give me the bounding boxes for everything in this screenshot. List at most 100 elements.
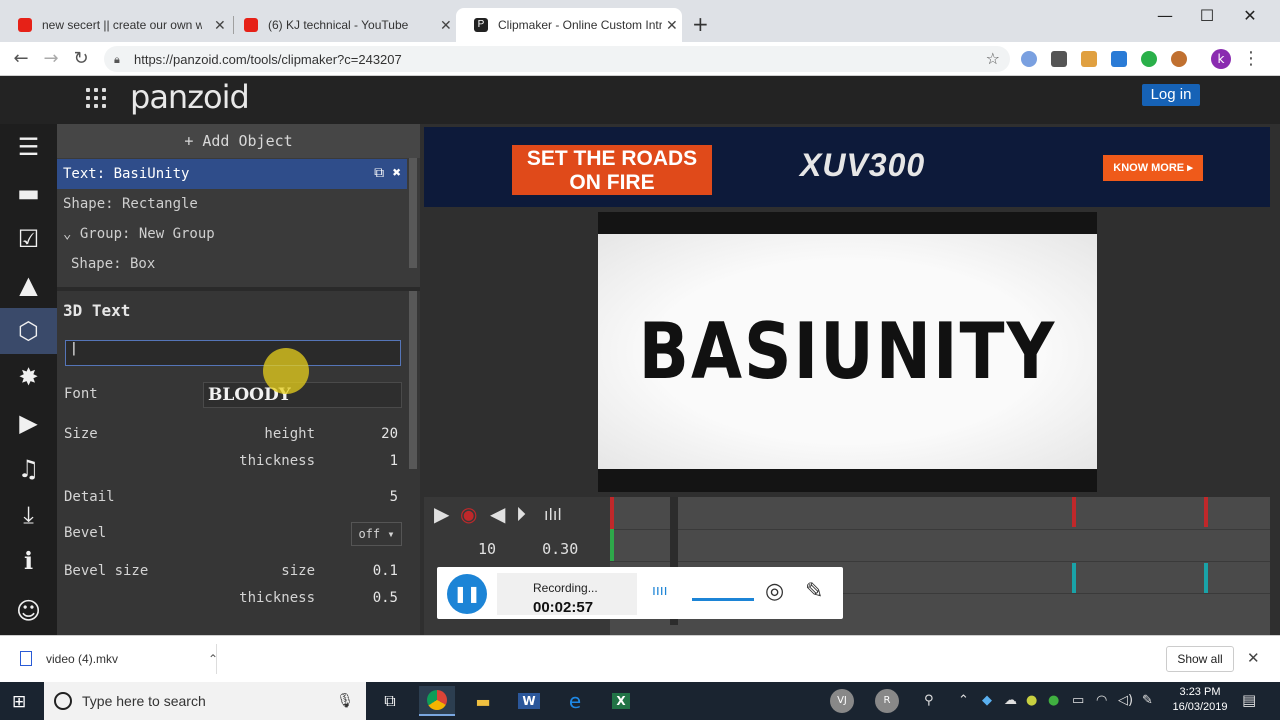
smiley-icon[interactable]: ☺	[0, 588, 57, 634]
waveform-icon[interactable]: ılıl	[544, 505, 562, 524]
tab-new-secert[interactable]: new secert || create our own web ✕	[0, 8, 232, 42]
windows-start-icon[interactable]: ⊞	[12, 692, 26, 712]
profile-avatar[interactable]: k	[1211, 49, 1231, 69]
tray-app-icon[interactable]: ◆	[982, 693, 992, 708]
wifi-icon[interactable]: ◠	[1096, 693, 1107, 708]
forward-arrow-icon[interactable]: →	[40, 48, 62, 70]
chrome-icon[interactable]	[419, 686, 455, 716]
file-explorer-icon[interactable]: ▬	[465, 686, 501, 716]
step-forward-icon[interactable]: ⏵	[516, 502, 526, 526]
thickness-value[interactable]: 1	[338, 453, 398, 469]
add-object-button[interactable]: + Add Object	[57, 124, 420, 158]
extension-pen-icon[interactable]	[1081, 51, 1097, 67]
pencil-icon[interactable]: ✎	[805, 579, 823, 604]
detail-value[interactable]: 5	[338, 489, 398, 505]
bevel-select[interactable]: off ▾	[351, 522, 402, 546]
extension-search-icon[interactable]	[1111, 51, 1127, 67]
video-preview[interactable]: BASIUNITY	[598, 212, 1097, 492]
object-scrollbar[interactable]	[409, 158, 417, 268]
starburst-icon[interactable]: ✸	[0, 354, 57, 400]
ad-cta-button[interactable]: KNOW MORE ▸	[1103, 155, 1203, 181]
keyframe-marker[interactable]	[1072, 497, 1076, 527]
volume-slider[interactable]	[692, 598, 754, 601]
object-item-text[interactable]: Text: BasiUnity ⧉ ✖	[57, 159, 407, 189]
panzoid-logo[interactable]: panzoid	[130, 78, 250, 116]
system-clock[interactable]: 3:23 PM 16/03/2019	[1164, 685, 1236, 715]
properties-scrollbar[interactable]	[409, 291, 417, 469]
text-input[interactable]: |	[65, 340, 401, 366]
chevron-up-icon[interactable]: ⌃	[958, 693, 969, 708]
object-item-box[interactable]: Shape: Box	[57, 249, 407, 279]
extension-leaf-icon[interactable]	[1171, 51, 1187, 67]
new-tab-button[interactable]: +	[692, 12, 709, 36]
close-tab-icon[interactable]: ✕	[440, 17, 452, 34]
record-icon[interactable]: ◉	[460, 502, 477, 526]
camera-icon[interactable]: ▶	[0, 400, 57, 446]
microphone-icon[interactable]: 🎙︎	[336, 693, 354, 709]
apps-grid-icon[interactable]	[86, 88, 108, 110]
taskbar-search[interactable]: Type here to search 🎙︎	[44, 682, 366, 720]
play-icon[interactable]: ▶	[434, 502, 449, 526]
ad-banner[interactable]: SET THE ROADS ON FIRE XUV300 KNOW MORE ▸	[424, 127, 1270, 207]
close-tab-icon[interactable]: ✕	[666, 17, 678, 34]
star-icon[interactable]: ☆	[986, 49, 1000, 68]
timeline-position[interactable]: 0.30	[542, 540, 578, 558]
user-avatar[interactable]: R	[875, 689, 899, 713]
people-icon[interactable]: ⚲	[924, 693, 934, 708]
keyframe-marker[interactable]	[610, 529, 614, 561]
download-icon[interactable]: ⤓	[0, 492, 57, 538]
volume-icon[interactable]: ◁)	[1118, 693, 1133, 708]
timeline-time[interactable]: 10	[478, 540, 496, 558]
notification-icon[interactable]: ▤	[1242, 691, 1256, 709]
pen-icon[interactable]: ✎	[1142, 693, 1153, 708]
tab-clipmaker[interactable]: P Clipmaker - Online Custom Intro ✕	[456, 8, 682, 42]
close-window-button[interactable]: ✕	[1235, 6, 1265, 25]
back-arrow-icon[interactable]: ←	[10, 48, 32, 70]
mountain-icon[interactable]: ▲	[0, 262, 57, 308]
cloud-icon[interactable]: ☁	[1004, 693, 1017, 708]
audio-level-icon[interactable]: ıııı	[652, 583, 668, 599]
music-icon[interactable]: ♫	[0, 446, 57, 492]
close-tab-icon[interactable]: ✕	[214, 17, 226, 34]
download-item[interactable]: video (4).mkv ⌃	[20, 651, 218, 666]
height-value[interactable]: 20	[338, 426, 398, 442]
bevel-thickness-value[interactable]: 0.5	[338, 590, 398, 606]
duplicate-icon[interactable]: ⧉	[374, 165, 384, 181]
login-button[interactable]: Log in	[1142, 84, 1200, 106]
object-item-group[interactable]: ⌄ Group: New Group	[57, 219, 407, 249]
close-icon[interactable]: ✖	[393, 165, 401, 181]
info-icon[interactable]: ℹ	[0, 538, 57, 584]
folder-icon[interactable]: ▬	[0, 170, 57, 216]
user-avatar[interactable]: VJ	[830, 689, 854, 713]
tray-app-icon[interactable]: ●	[1048, 693, 1059, 708]
extension-check-icon[interactable]	[1141, 51, 1157, 67]
tray-app-icon[interactable]: ●	[1026, 693, 1037, 708]
maximize-button[interactable]: ☐	[1192, 6, 1222, 25]
task-view-icon[interactable]: ⧉	[372, 686, 408, 716]
word-icon[interactable]: W	[511, 686, 547, 716]
tab-kj-technical[interactable]: (6) KJ technical - YouTube ✕	[226, 8, 458, 42]
keyframe-marker[interactable]	[1072, 563, 1076, 593]
webcam-icon[interactable]: ◎	[765, 579, 784, 604]
minimize-button[interactable]: —	[1150, 6, 1180, 25]
excel-icon[interactable]: X	[603, 686, 639, 716]
cube-icon[interactable]: ⬡	[0, 308, 57, 354]
keyframe-marker[interactable]	[610, 497, 614, 529]
url-field[interactable]: 🔒︎ https://panzoid.com/tools/clipmaker?c…	[104, 46, 1010, 72]
show-all-button[interactable]: Show all	[1166, 646, 1234, 672]
pause-button[interactable]: ❚❚	[447, 574, 487, 614]
keyframe-marker[interactable]	[1204, 497, 1208, 527]
menu-icon[interactable]: ☰	[0, 124, 57, 170]
step-back-icon[interactable]: ◀	[490, 502, 505, 526]
edge-icon[interactable]: e	[557, 686, 593, 716]
object-item-rectangle[interactable]: Shape: Rectangle	[57, 189, 407, 219]
extension-shield-icon[interactable]	[1051, 51, 1067, 67]
extension-globe-icon[interactable]	[1021, 51, 1037, 67]
checkbox-icon[interactable]: ☑	[0, 216, 57, 262]
more-menu-icon[interactable]: ⋮	[1240, 48, 1262, 70]
reload-icon[interactable]: ↻	[70, 48, 92, 70]
network-icon[interactable]: ▭	[1072, 693, 1084, 708]
bevel-size-value[interactable]: 0.1	[338, 563, 398, 579]
close-download-bar-icon[interactable]: ✕	[1247, 649, 1260, 667]
keyframe-marker[interactable]	[1204, 563, 1208, 593]
